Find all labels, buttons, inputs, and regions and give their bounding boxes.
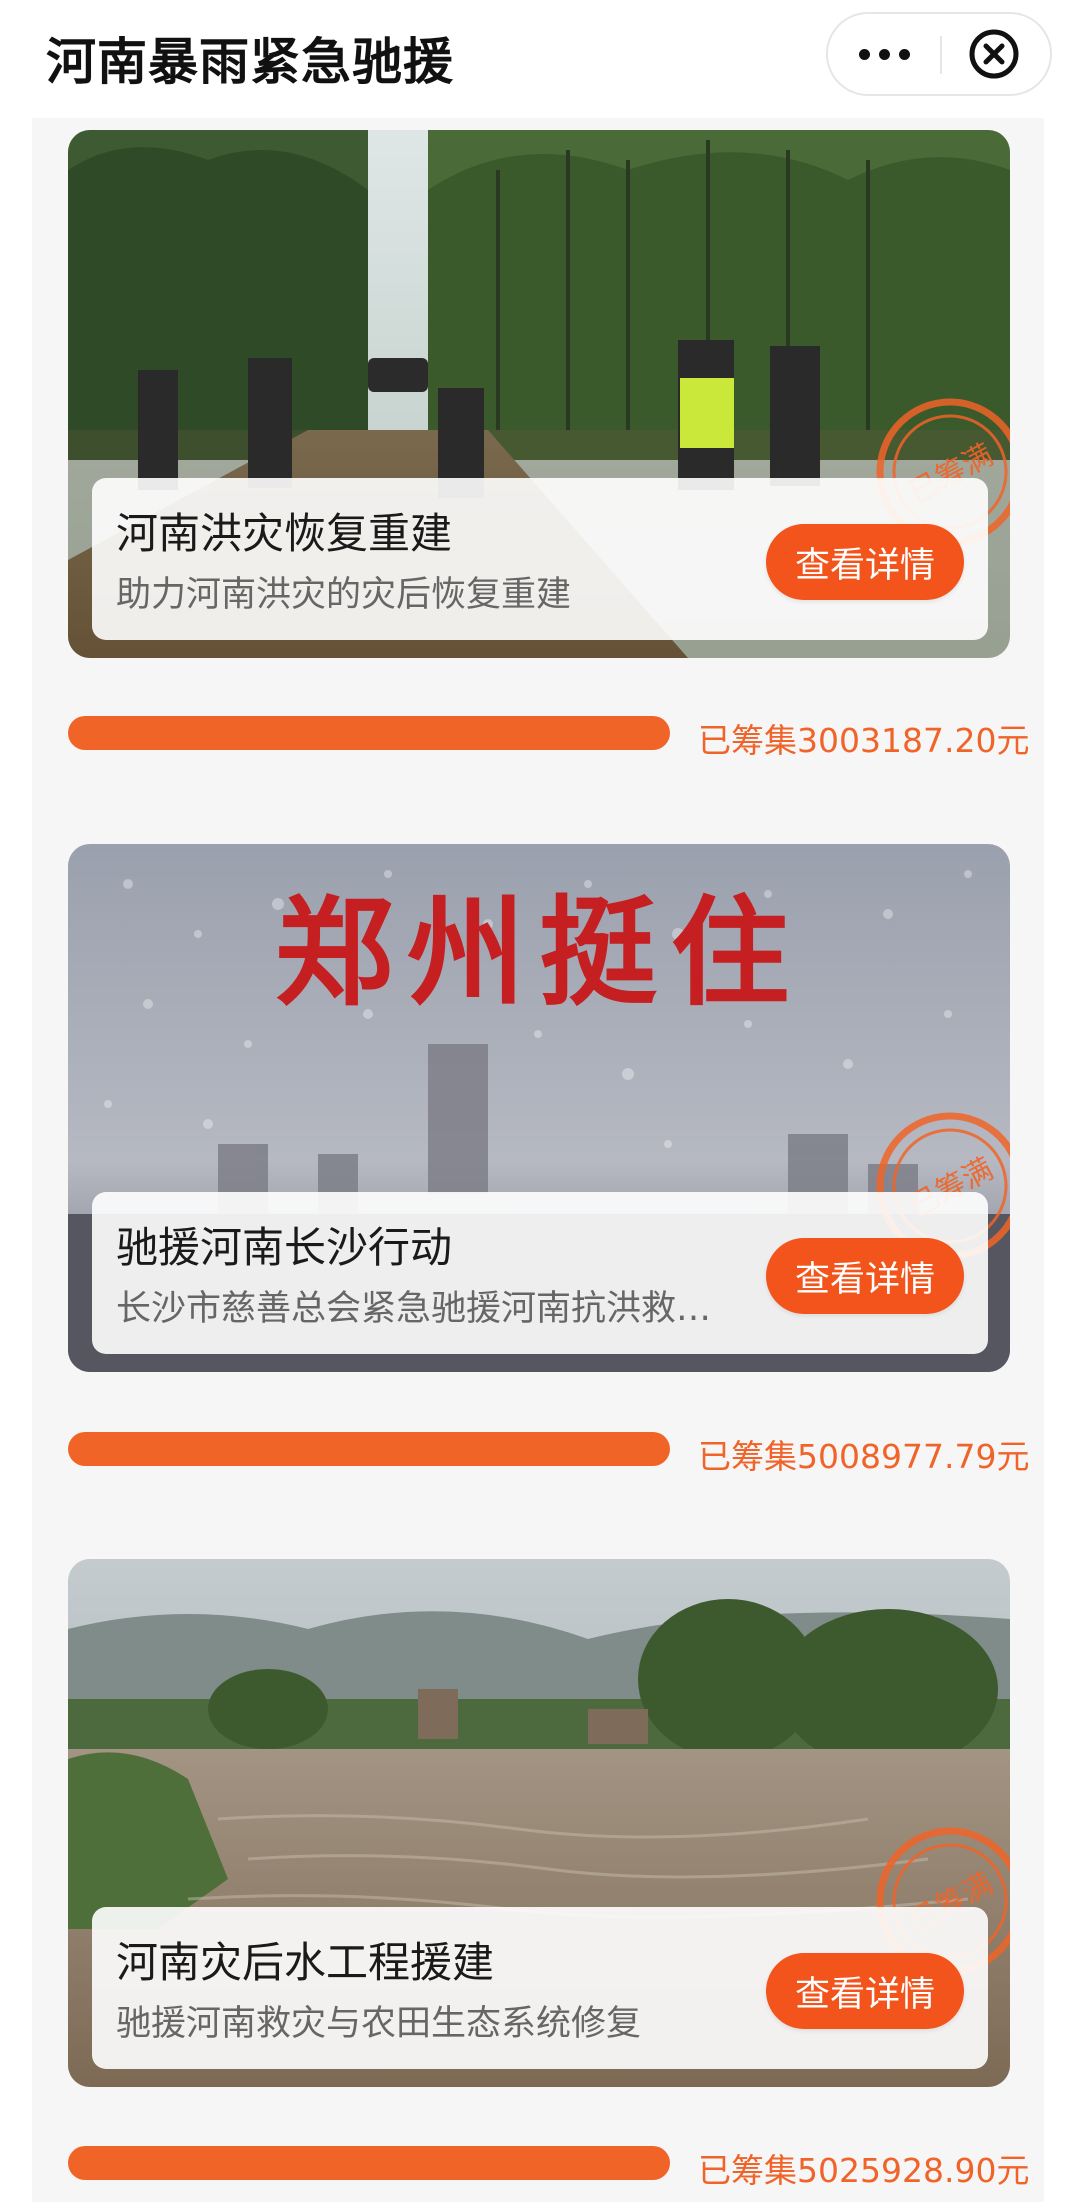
project-title: 驰援河南长沙行动	[116, 1223, 453, 1272]
amount-raised: 已筹集5008977.79元	[698, 1437, 1030, 1476]
project-info-panel: 河南洪灾恢复重建 助力河南洪灾的灾后恢复重建 查看详情	[92, 478, 988, 640]
project-card[interactable]: 郑州挺住 已筹满 驰援河南长沙行动 长沙市慈善总会紧急驰援河南抗洪救… 查看详情	[68, 844, 1010, 1372]
amount-raised: 已筹集3003187.20元	[698, 721, 1030, 760]
view-details-button[interactable]: 查看详情	[766, 1238, 964, 1314]
image-caption-text: 郑州挺住	[275, 883, 803, 1022]
page-title: 河南暴雨紧急驰援	[46, 33, 454, 91]
amount-raised: 已筹集5025928.90元	[698, 2151, 1030, 2190]
funding-progress-bar	[68, 1432, 670, 1466]
view-details-button[interactable]: 查看详情	[766, 524, 964, 600]
mini-program-capsule	[826, 12, 1052, 96]
project-info-panel: 河南灾后水工程援建 驰援河南救灾与农田生态系统修复 查看详情	[92, 1907, 988, 2069]
funding-progress-bar	[68, 716, 670, 750]
project-title: 河南灾后水工程援建	[116, 1938, 495, 1987]
more-dots-icon[interactable]	[828, 14, 940, 94]
close-circle-icon[interactable]	[968, 28, 1020, 80]
project-card[interactable]: 已筹满 河南灾后水工程援建 驰援河南救灾与农田生态系统修复 查看详情	[68, 1559, 1010, 2087]
top-navigation-bar: 河南暴雨紧急驰援	[0, 0, 1079, 118]
project-card[interactable]: 已筹满 河南洪灾恢复重建 助力河南洪灾的灾后恢复重建 查看详情	[68, 130, 1010, 658]
project-subtitle: 驰援河南救灾与农田生态系统修复	[116, 2004, 642, 2044]
funding-progress-bar	[68, 2146, 670, 2180]
project-subtitle: 助力河南洪灾的灾后恢复重建	[116, 575, 572, 615]
view-details-button[interactable]: 查看详情	[766, 1953, 964, 2029]
project-subtitle: 长沙市慈善总会紧急驰援河南抗洪救…	[116, 1289, 712, 1329]
project-info-panel: 驰援河南长沙行动 长沙市慈善总会紧急驰援河南抗洪救… 查看详情	[92, 1192, 988, 1354]
capsule-divider	[940, 36, 942, 74]
project-title: 河南洪灾恢复重建	[116, 509, 453, 558]
